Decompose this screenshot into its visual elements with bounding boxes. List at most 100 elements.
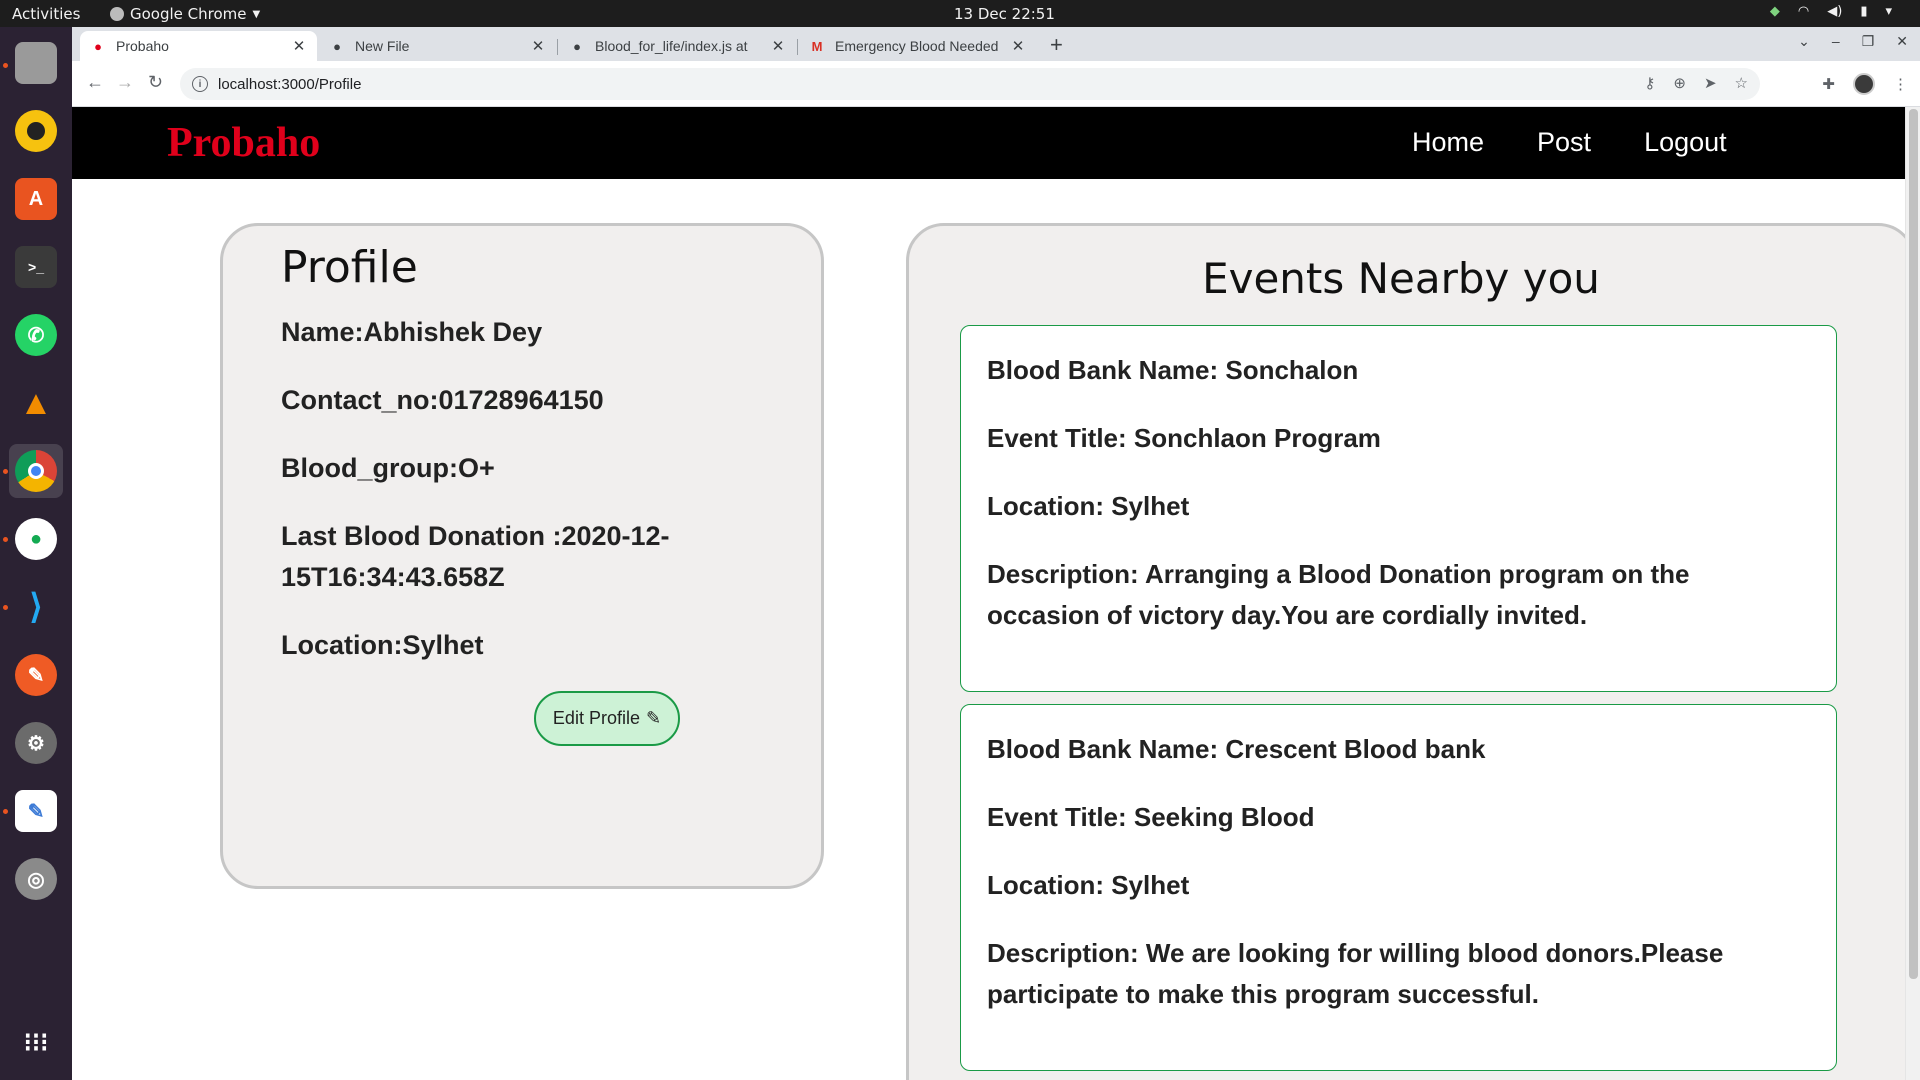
events-title: Events Nearby you: [1202, 254, 1600, 303]
brand-logo[interactable]: Probaho: [167, 119, 320, 167]
address-bar[interactable]: i localhost:3000/Profile ⚷ ⊕ ➤ ☆: [180, 68, 1760, 100]
event-title: Event Title: Sonchlaon Program: [987, 423, 1381, 453]
activities-button[interactable]: Activities: [12, 5, 80, 23]
vscode-icon[interactable]: ⟩: [9, 580, 63, 634]
close-tab-icon[interactable]: ✕: [291, 37, 307, 55]
nav-logout-link[interactable]: Logout: [1644, 127, 1727, 158]
event-description: Description: We are looking for willing …: [987, 938, 1724, 1009]
pencil-icon: ✎: [645, 708, 662, 728]
chrome-menu-icon[interactable]: ⋮: [1893, 75, 1908, 93]
running-indicator: [3, 63, 8, 68]
dock: A >_ ✆ ▲ ● ⟩ ✎ ⚙ ✎ ◎ ⁝⁝⁝: [0, 27, 72, 1080]
reload-icon[interactable]: ↻: [148, 72, 163, 93]
wifi-icon: ◠: [1797, 4, 1810, 19]
extension-area: ✚ ⋮: [1822, 73, 1908, 95]
text-editor-icon[interactable]: ✎: [9, 784, 63, 838]
terminal-icon[interactable]: >_: [9, 240, 63, 294]
profile-name: Name:Abhishek Dey: [281, 317, 543, 347]
send-icon[interactable]: ➤: [1704, 74, 1717, 92]
volume-icon: ◀): [1827, 4, 1843, 19]
maximize-icon[interactable]: ❐: [1862, 33, 1875, 50]
close-tab-icon[interactable]: ✕: [530, 37, 546, 55]
bookmark-star-icon[interactable]: ☆: [1735, 74, 1748, 92]
event-bank-name: Blood Bank Name: Sonchalon: [987, 355, 1359, 385]
browser-toolbar: ← → ↻ i localhost:3000/Profile ⚷ ⊕ ➤ ☆ ✚…: [72, 61, 1920, 107]
caret-down-icon: ▼: [252, 8, 261, 20]
scrollbar-thumb[interactable]: [1909, 109, 1918, 979]
chrome-app-icon: [110, 7, 124, 21]
tab-title: New File: [355, 38, 410, 54]
os-top-bar: Activities Google Chrome ▼ 13 Dec 22:51 …: [0, 0, 1920, 27]
disk-icon[interactable]: ◎: [9, 852, 63, 906]
tab-separator: [557, 39, 558, 55]
site-navbar: Probaho Home Post Logout: [72, 107, 1905, 179]
nav-post-link[interactable]: Post: [1537, 127, 1591, 158]
minimize-icon[interactable]: –: [1832, 33, 1840, 50]
app-menu[interactable]: Google Chrome ▼: [110, 5, 260, 23]
omnibox-actions: ⚷ ⊕ ➤ ☆: [1644, 74, 1748, 92]
event-bank-name: Blood Bank Name: Crescent Blood bank: [987, 734, 1486, 764]
tab-separator: [797, 39, 798, 55]
back-icon[interactable]: ←: [86, 72, 104, 93]
running-indicator: [3, 537, 8, 542]
tab-new-file[interactable]: ● New File ✕: [319, 31, 556, 61]
zoom-icon[interactable]: ⊕: [1673, 74, 1686, 92]
settings-icon[interactable]: ⚙: [9, 716, 63, 770]
key-icon[interactable]: ⚷: [1644, 74, 1655, 92]
event-description: Description: Arranging a Blood Donation …: [987, 559, 1690, 630]
tab-blood-for-life[interactable]: ● Blood_for_life/index.js at ✕: [559, 31, 796, 61]
close-tab-icon[interactable]: ✕: [770, 37, 786, 55]
app-menu-label: Google Chrome: [130, 5, 247, 23]
site-info-icon[interactable]: i: [192, 76, 208, 92]
page-scrollbar[interactable]: [1905, 107, 1920, 1080]
event-location: Location: Sylhet: [987, 870, 1190, 900]
github-icon: ●: [573, 38, 581, 54]
browser-window: ● Probaho ✕ ● New File ✕ ● Blood_for_lif…: [72, 27, 1920, 1080]
nav-home-link[interactable]: Home: [1412, 127, 1484, 158]
edit-profile-button[interactable]: Edit Profile ✎: [534, 691, 680, 746]
tab-title: Emergency Blood Needed: [835, 38, 999, 54]
gmail-icon: M: [811, 38, 823, 54]
profile-avatar-icon[interactable]: [1853, 73, 1875, 95]
whatsapp-icon[interactable]: ✆: [9, 308, 63, 362]
forward-icon[interactable]: →: [116, 72, 134, 93]
chrome-icon[interactable]: [9, 444, 63, 498]
mongodb-compass-icon[interactable]: ●: [9, 512, 63, 566]
show-applications-icon[interactable]: ⁝⁝⁝: [9, 1015, 63, 1069]
tab-search-icon[interactable]: ⌄: [1798, 33, 1810, 50]
profile-location: Location:Sylhet: [281, 630, 484, 660]
events-panel: Events Nearby you Blood Bank Name: Sonch…: [906, 223, 1916, 1080]
event-card: Blood Bank Name: Crescent Blood bank Eve…: [960, 704, 1837, 1071]
new-tab-icon[interactable]: +: [1050, 32, 1063, 58]
software-center-icon[interactable]: A: [9, 172, 63, 226]
page-viewport: Probaho Home Post Logout Profile Name:Ab…: [72, 107, 1920, 1080]
vlc-icon[interactable]: ▲: [9, 376, 63, 430]
shield-icon: ◆: [1769, 4, 1780, 19]
github-icon: ●: [333, 38, 341, 54]
blood-drop-icon: ●: [94, 38, 102, 54]
running-indicator: [3, 809, 8, 814]
close-tab-icon[interactable]: ✕: [1010, 37, 1026, 55]
profile-title: Profile: [281, 242, 418, 293]
running-indicator: [3, 469, 8, 474]
clock[interactable]: 13 Dec 22:51: [954, 5, 1055, 23]
battery-icon: ▮: [1860, 4, 1868, 19]
postman-icon[interactable]: ✎: [9, 648, 63, 702]
event-location: Location: Sylhet: [987, 491, 1190, 521]
tab-emergency-blood[interactable]: M Emergency Blood Needed ✕: [799, 31, 1036, 61]
tab-title: Blood_for_life/index.js at: [595, 38, 748, 54]
rhythmbox-icon[interactable]: [9, 104, 63, 158]
close-window-icon[interactable]: ✕: [1896, 33, 1908, 50]
files-icon[interactable]: [9, 36, 63, 90]
tab-probaho[interactable]: ● Probaho ✕: [80, 31, 317, 61]
event-title: Event Title: Seeking Blood: [987, 802, 1315, 832]
url-text: localhost:3000/Profile: [218, 75, 362, 93]
edit-profile-label: Edit Profile: [552, 708, 640, 728]
nav-links: Home Post Logout: [1412, 127, 1727, 158]
profile-card: Profile Name:Abhishek Dey Contact_no:017…: [220, 223, 824, 889]
profile-contact: Contact_no:01728964150: [281, 385, 604, 415]
event-card: Blood Bank Name: Sonchalon Event Title: …: [960, 325, 1837, 692]
system-tray[interactable]: ◆ ◠ ◀) ▮ ▾: [1770, 4, 1892, 19]
power-menu-icon: ▾: [1885, 4, 1892, 19]
extensions-puzzle-icon[interactable]: ✚: [1822, 75, 1835, 93]
